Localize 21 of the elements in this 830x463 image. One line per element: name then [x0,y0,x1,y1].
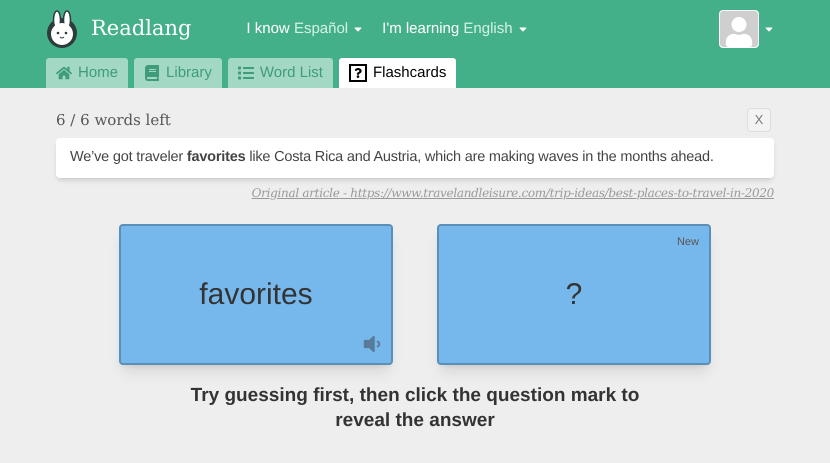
language-dropdown[interactable]: I'm learning English [382,18,529,40]
new-label: New [676,234,699,250]
book-icon [144,65,160,81]
brand-name: Readlang [91,15,192,42]
article-link[interactable]: Original article - https://www.travelandleisure.com/trip-ideas/best-places-to-travel-in-2020 [252,184,774,202]
flashcard[interactable]: ? New [437,224,711,365]
rabbit-logo [45,10,79,48]
close-button[interactable]: X [747,108,771,132]
sentence-card: We’ve got traveler favorites like Costa Rica and Austria, which are making waves in the months ahead. [56,138,774,178]
nav-tab[interactable]: Word List [228,58,333,88]
question-icon [348,64,367,82]
flashcard[interactable]: favorites [119,224,393,365]
nav-tab[interactable]: Flashcards [338,58,456,88]
language-dropdown[interactable]: I know Español [246,18,364,40]
nav-tab[interactable]: Library [134,58,222,88]
nav-tab[interactable]: Home [46,58,128,88]
home-icon [56,65,72,81]
list-icon [238,65,254,81]
words-left-counter: 6 / 6 words left [56,110,171,131]
hint-text: Try guessing first, then click the question mark to reveal the answer [190,384,640,433]
avatar[interactable] [719,10,759,48]
